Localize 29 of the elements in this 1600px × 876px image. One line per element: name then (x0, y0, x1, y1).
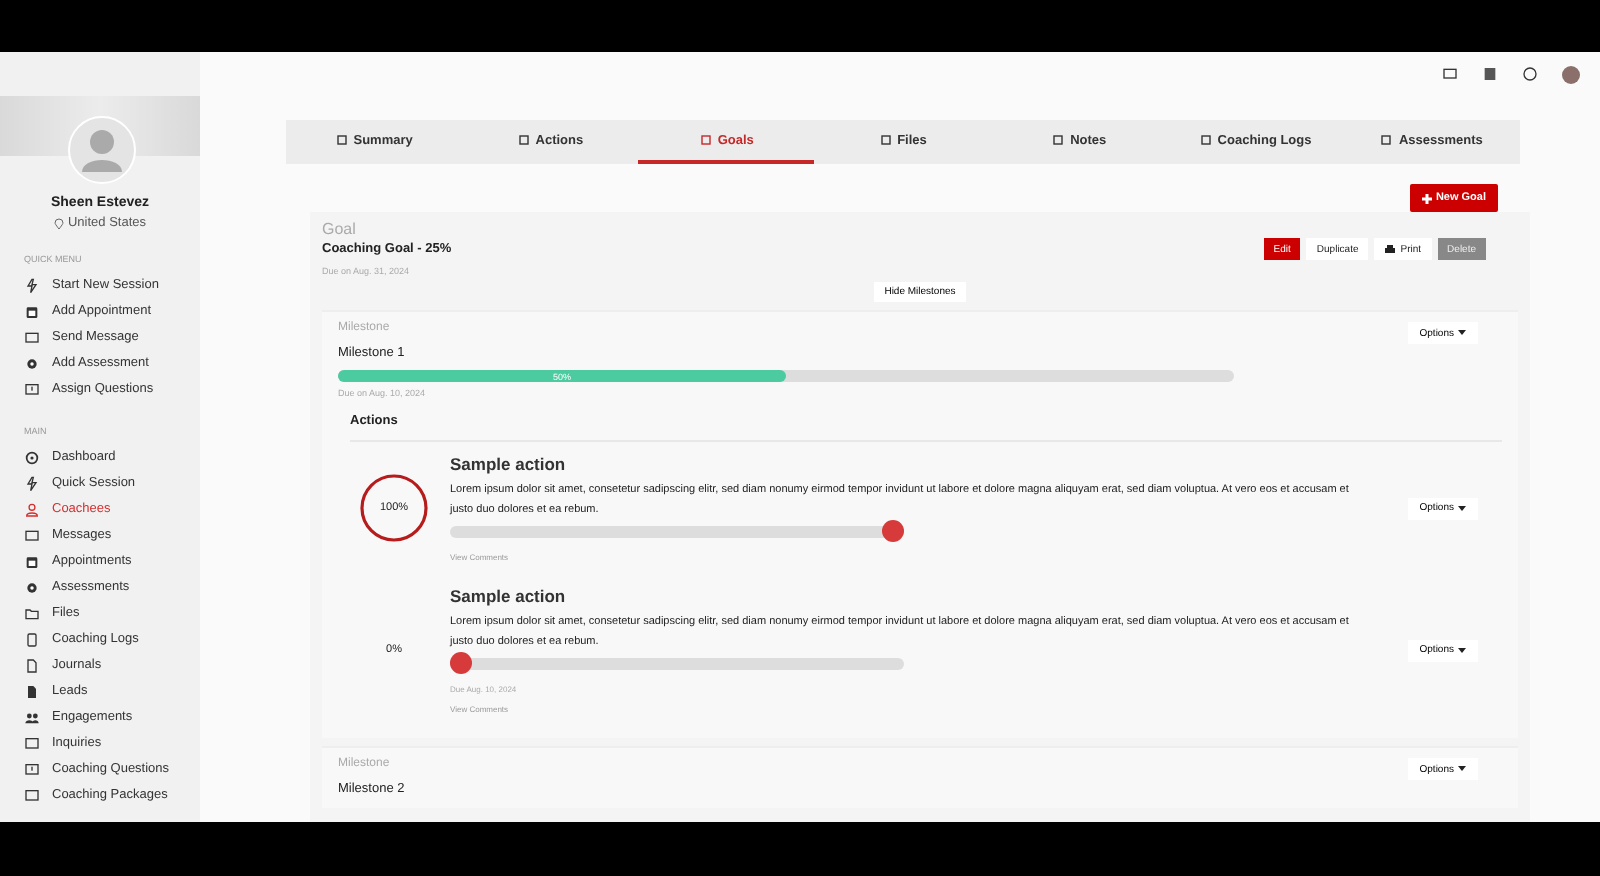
action-title: Sample action (450, 586, 568, 606)
chat-icon[interactable] (1442, 66, 1458, 82)
people-icon (24, 709, 40, 725)
plus-icon (1421, 193, 1432, 203)
progress-ring (358, 472, 430, 544)
printer-icon (1384, 243, 1397, 255)
bolt-icon (24, 475, 40, 491)
help-icon[interactable] (1522, 66, 1538, 82)
caret-icon (1458, 766, 1466, 772)
bolt-icon (24, 277, 40, 293)
slider-thumb[interactable] (450, 652, 472, 674)
avatar-silhouette-icon (68, 116, 136, 184)
chat-icon (24, 735, 40, 751)
action-title: Sample action (450, 454, 568, 474)
caret-icon (1458, 330, 1466, 336)
location-pin-icon (53, 217, 64, 229)
slider-thumb[interactable] (882, 520, 904, 542)
person-icon (24, 501, 40, 517)
section-label: Goal (322, 220, 358, 238)
dashboard-icon (24, 449, 40, 465)
chat-icon (24, 329, 40, 345)
caret-icon (1458, 505, 1466, 511)
question-chat-icon (24, 761, 40, 777)
slider[interactable] (450, 520, 904, 542)
user-avatar[interactable] (1562, 65, 1580, 83)
slider[interactable] (450, 652, 904, 674)
caret-icon (1458, 647, 1466, 653)
chat-icon (24, 527, 40, 543)
question-chat-icon (24, 381, 40, 397)
